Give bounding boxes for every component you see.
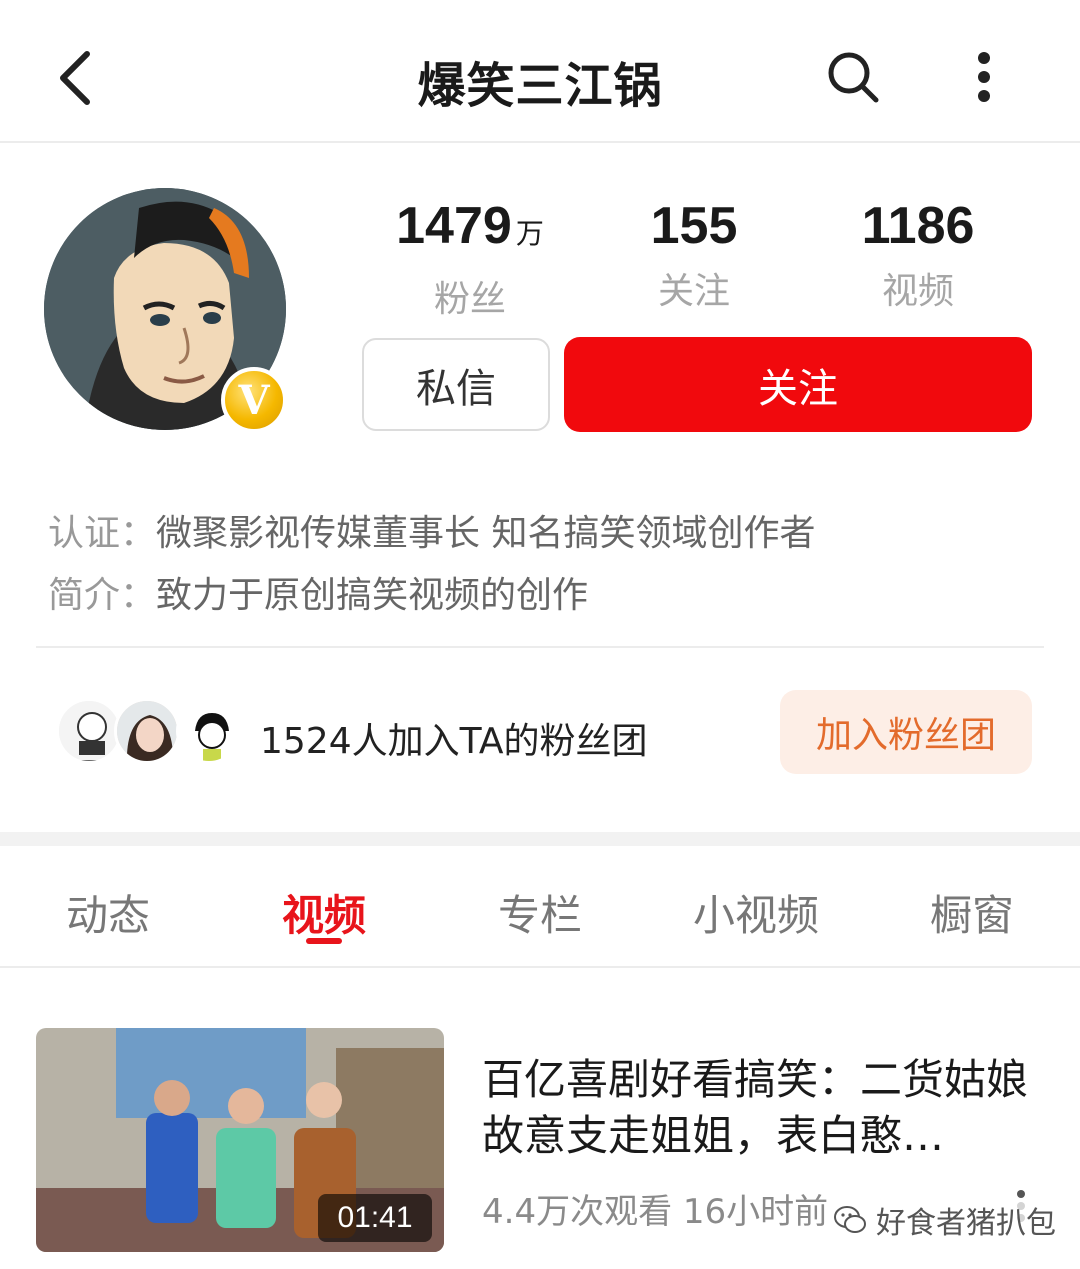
fan-avatar	[56, 698, 122, 764]
stat-following[interactable]: 155 关注	[594, 196, 794, 314]
stat-videos-number: 1186	[861, 197, 975, 255]
video-duration: 01:41	[318, 1194, 432, 1242]
more-vertical-icon	[978, 52, 990, 102]
certification-key: 认证：	[48, 513, 157, 554]
video-title[interactable]: 百亿喜剧好看搞笑：二货姑娘故意支走姐姐，表白憨…	[482, 1052, 1042, 1164]
page-title: 爆笑三江锅	[417, 58, 663, 114]
tab-columns[interactable]: 专栏	[440, 882, 640, 943]
tab-videos[interactable]: 视频	[224, 882, 424, 943]
stat-following-label: 关注	[657, 271, 730, 312]
wechat-icon	[834, 1206, 866, 1233]
fan-avatar	[176, 698, 242, 764]
tab-showcase[interactable]: 橱窗	[872, 882, 1072, 943]
section-divider	[0, 832, 1080, 846]
intro-line: 简介：致力于原创搞笑视频的创作	[48, 566, 588, 618]
stat-fans-unit: 万	[515, 218, 544, 249]
active-tab-indicator	[306, 938, 342, 944]
top-bar: 爆笑三江锅	[0, 0, 1080, 143]
stat-fans-label: 粉丝	[433, 279, 506, 320]
stat-videos[interactable]: 1186 视频	[818, 196, 1018, 314]
certification-line: 认证：微聚影视传媒董事长 知名搞笑领域创作者	[48, 504, 815, 556]
tab-short-videos[interactable]: 小视频	[656, 882, 856, 943]
fan-avatar	[114, 698, 180, 764]
search-icon	[828, 52, 879, 103]
stat-videos-label: 视频	[881, 271, 954, 312]
certification-value: 微聚影视传媒董事长 知名搞笑领域创作者	[156, 513, 816, 554]
intro-key: 简介：	[48, 575, 157, 616]
stat-following-value: 155	[594, 196, 794, 256]
meme-fan-avatar-image	[179, 701, 239, 761]
intro-value: 致力于原创搞笑视频的创作	[156, 575, 589, 616]
stat-fans[interactable]: 1479 万 粉丝	[370, 196, 570, 322]
tab-bar: 动态 视频 专栏 小视频 橱窗	[0, 846, 1080, 968]
divider	[36, 646, 1044, 648]
cartoon-fan-avatar-image	[59, 701, 119, 761]
join-fan-group-button[interactable]: 加入粉丝团	[780, 690, 1032, 774]
stat-videos-value: 1186	[818, 196, 1018, 256]
fan-group-text: 1524人加入TA的粉丝团	[260, 721, 648, 762]
more-button[interactable]	[960, 44, 1008, 110]
video-meta: 4.4万次观看 16小时前	[482, 1192, 829, 1232]
watermark-text: 好食者猪扒包	[876, 1206, 1056, 1241]
tab-dynamics[interactable]: 动态	[8, 882, 208, 943]
message-button[interactable]: 私信	[362, 338, 550, 431]
woman-fan-avatar-image	[117, 701, 177, 761]
search-button[interactable]	[820, 44, 886, 110]
follow-button[interactable]: 关注	[564, 337, 1032, 432]
stat-fans-number: 1479	[396, 197, 512, 255]
verified-badge: V	[221, 367, 287, 433]
stat-following-number: 155	[650, 197, 738, 255]
stat-fans-value: 1479 万	[370, 196, 570, 264]
watermark: 好食者猪扒包	[828, 1200, 1060, 1241]
